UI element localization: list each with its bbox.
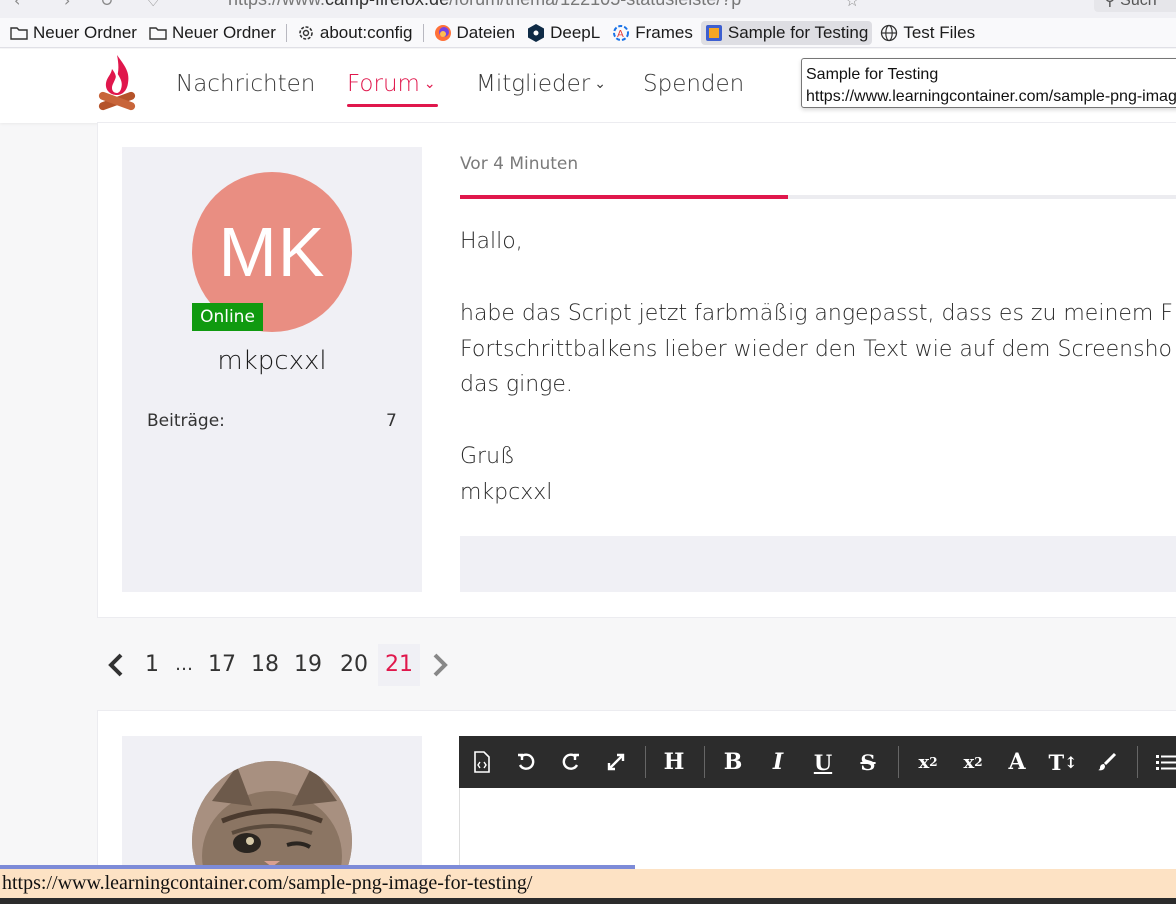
tooltip-title: Sample for Testing xyxy=(806,66,939,83)
bold-icon[interactable]: B xyxy=(718,736,748,788)
page-link-current[interactable]: 21 xyxy=(378,644,420,686)
search-box[interactable]: ⚲ Such xyxy=(1094,0,1176,12)
font-color-icon[interactable]: A xyxy=(1002,736,1032,788)
status-url: https://www.learningcontainer.com/sample… xyxy=(2,872,533,894)
bookmark-sample-for-testing[interactable]: Sample for Testing xyxy=(700,20,873,45)
toolbar-separator xyxy=(704,746,705,778)
folder-icon xyxy=(10,25,28,41)
shield-icon[interactable]: ♡ xyxy=(146,0,160,10)
status-bar: https://www.learningcontainer.com/sample… xyxy=(0,869,1176,898)
strikethrough-icon[interactable]: S xyxy=(853,736,883,788)
italic-icon[interactable]: I xyxy=(763,736,793,788)
frames-icon: A xyxy=(612,24,630,41)
page-link[interactable]: 1 xyxy=(142,644,162,686)
bookmark-tooltip: Sample for Testing https://www.learningc… xyxy=(801,58,1176,108)
posts-count-value[interactable]: 7 xyxy=(386,411,397,431)
firefox-icon xyxy=(434,24,452,41)
back-icon[interactable]: ‹ xyxy=(14,0,20,10)
font-size-icon[interactable]: T ↕ xyxy=(1047,736,1079,788)
bookmark-neuer-ordner-2[interactable]: Neuer Ordner xyxy=(145,21,280,45)
bookmark-neuer-ordner-1[interactable]: Neuer Ordner xyxy=(6,21,141,45)
undo-icon[interactable] xyxy=(511,736,541,788)
gear-icon xyxy=(297,25,315,41)
page-link[interactable]: 17 xyxy=(208,644,236,686)
search-icon: ⚲ xyxy=(1104,0,1116,9)
bookmark-frames[interactable]: A Frames xyxy=(608,21,697,45)
chevron-down-icon: ⌄ xyxy=(594,76,606,92)
folder-icon xyxy=(149,25,167,41)
previous-page-icon[interactable] xyxy=(104,644,128,686)
campfire-logo-icon[interactable] xyxy=(94,53,140,115)
reload-icon[interactable]: ↻ xyxy=(100,0,113,10)
globe-icon xyxy=(880,24,898,41)
post-text-line: habe das Script jetzt farbmäßig angepass… xyxy=(460,301,1174,326)
post-timestamp[interactable]: Vor 4 Minuten xyxy=(460,154,578,174)
fullscreen-icon[interactable] xyxy=(601,736,631,788)
post-text-line: das ginge. xyxy=(460,372,573,397)
page-icon xyxy=(705,24,723,41)
bookmarks-toolbar: Neuer Ordner Neuer Ordner about:config D… xyxy=(0,18,1176,48)
page-link[interactable]: 19 xyxy=(294,644,322,686)
toolbar-separator xyxy=(645,746,646,778)
list-icon[interactable] xyxy=(1151,736,1176,788)
next-page-icon[interactable] xyxy=(430,644,450,686)
online-badge: Online xyxy=(192,303,263,331)
brush-icon[interactable] xyxy=(1092,736,1122,788)
bookmark-about-config[interactable]: about:config xyxy=(293,21,417,45)
svg-text:A: A xyxy=(617,29,624,40)
bookmark-separator xyxy=(285,23,287,42)
nav-mitglieder[interactable]: Mitglieder ⌄ xyxy=(476,71,606,97)
toolbar-separator xyxy=(898,746,899,778)
page-ellipsis: … xyxy=(175,654,193,675)
bookmark-separator xyxy=(422,23,424,42)
bookmark-deepl[interactable]: DeepL xyxy=(523,21,604,45)
redo-icon[interactable] xyxy=(556,736,586,788)
toolbar-separator xyxy=(1137,746,1138,778)
editor-textarea[interactable] xyxy=(459,788,1176,868)
chevron-down-icon: ⌄ xyxy=(423,76,436,92)
post-text-line: Hallo, xyxy=(460,229,523,254)
editor-toolbar: H B I U S x2 x2 A T ↕ xyxy=(459,736,1176,788)
underline-icon[interactable]: U xyxy=(808,736,838,788)
url-text[interactable]: https://www.camp-firefox.de/forum/thema/… xyxy=(228,0,741,10)
nav-forum[interactable]: Forum ⌄ xyxy=(347,71,436,97)
post-text-line: Gruß xyxy=(460,444,515,469)
subscript-icon[interactable]: x2 xyxy=(913,736,943,788)
nav-spenden[interactable]: Spenden xyxy=(643,71,744,97)
post-text-line: mkpcxxl xyxy=(460,480,553,505)
bookmark-dateien[interactable]: Dateien xyxy=(430,21,520,45)
deepl-icon xyxy=(527,23,545,42)
taskbar-edge xyxy=(0,898,1176,904)
post-divider-accent xyxy=(460,195,788,199)
page-link[interactable]: 20 xyxy=(338,644,370,686)
source-code-icon[interactable] xyxy=(467,736,497,788)
heading-icon[interactable]: H xyxy=(659,736,689,788)
forward-icon[interactable]: › xyxy=(64,0,70,10)
author-username[interactable]: mkpcxxl xyxy=(122,346,422,376)
posts-count-label: Beiträge: xyxy=(147,411,225,431)
url-bar[interactable]: ‹ › ↻ ♡ https://www.camp-firefox.de/foru… xyxy=(0,0,1176,18)
superscript-icon[interactable]: x2 xyxy=(958,736,988,788)
active-nav-underline xyxy=(347,104,438,107)
bookmark-test-files[interactable]: Test Files xyxy=(876,21,979,45)
tooltip-url: https://www.learningcontainer.com/sample… xyxy=(806,88,1176,105)
bookmark-star-icon[interactable]: ☆ xyxy=(845,0,859,10)
post-text-line: Fortschrittbalkens lieber wieder den Tex… xyxy=(460,337,1172,362)
post-footer xyxy=(460,536,1176,592)
page-link[interactable]: 18 xyxy=(251,644,279,686)
nav-nachrichten[interactable]: Nachrichten xyxy=(176,71,315,97)
